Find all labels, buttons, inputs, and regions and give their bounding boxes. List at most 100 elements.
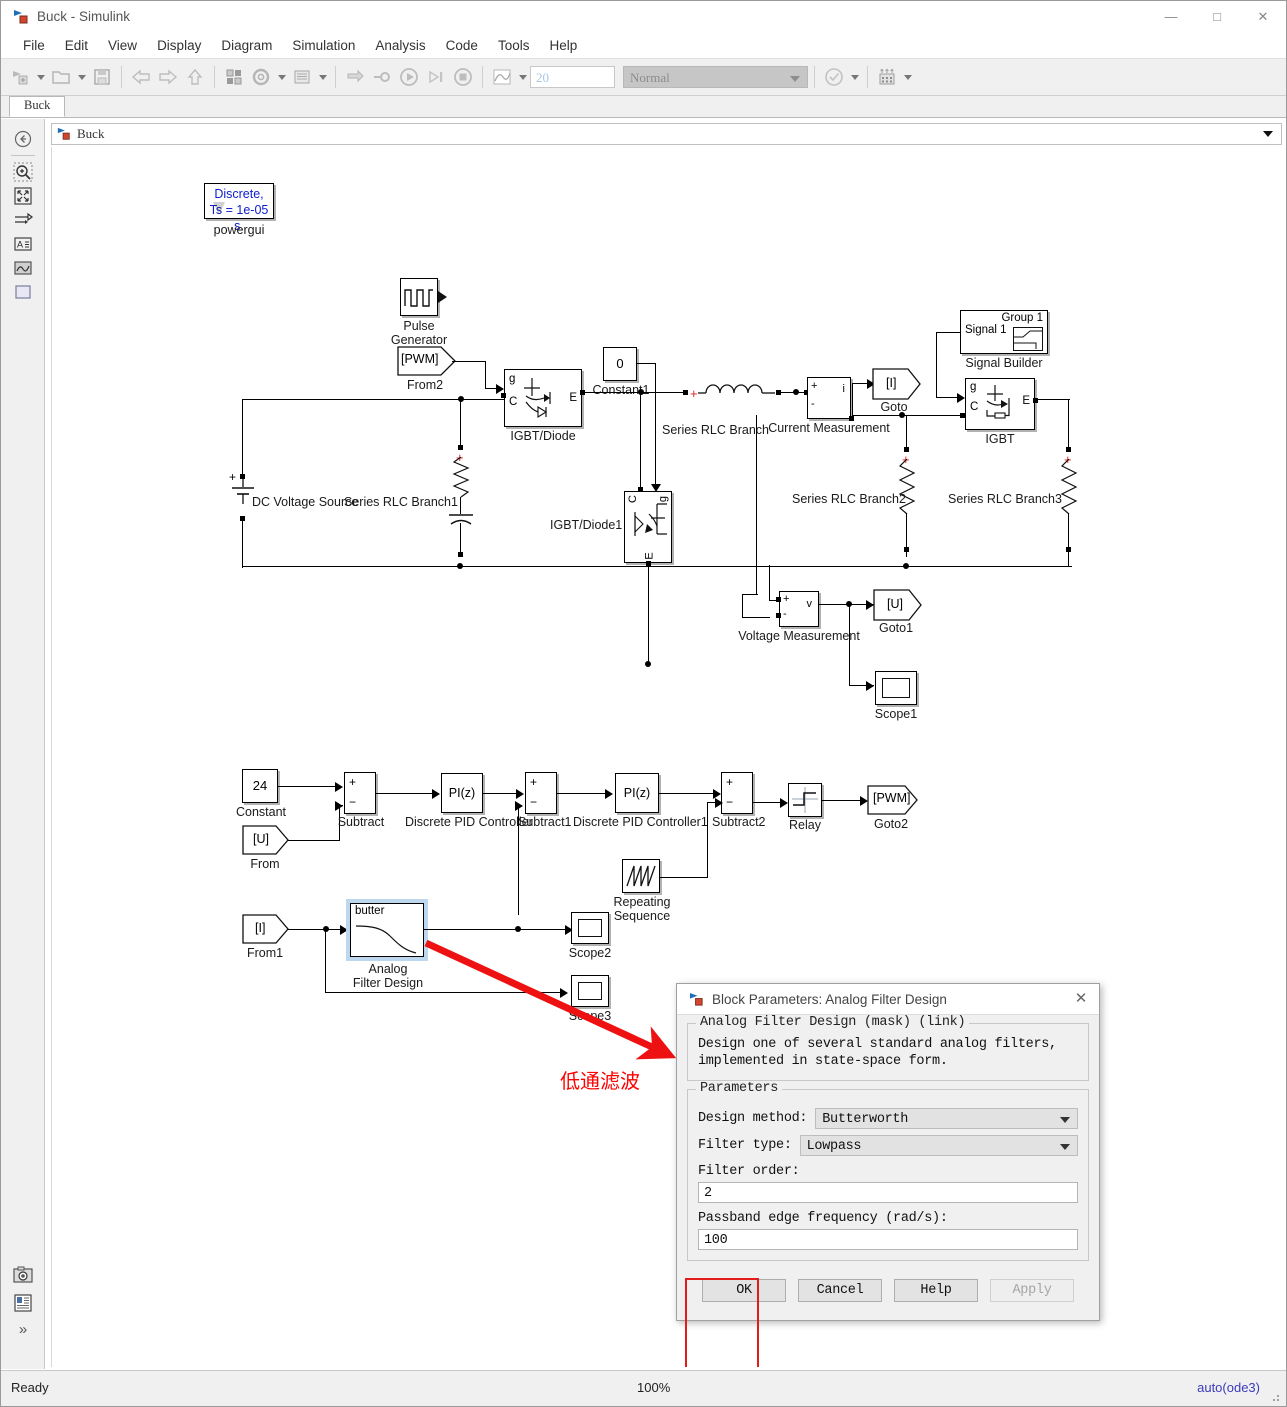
data-inspector-dropdown-icon[interactable] — [516, 64, 529, 90]
minimize-button[interactable]: — — [1148, 1, 1194, 32]
block-scope2[interactable] — [571, 912, 609, 944]
resize-grip-icon[interactable] — [1268, 1390, 1280, 1402]
wire-arrow — [715, 798, 723, 808]
menu-analysis[interactable]: Analysis — [365, 36, 435, 55]
back-to-parent-icon[interactable] — [10, 127, 36, 151]
signal-routing-icon[interactable] — [10, 208, 36, 232]
block-scope3[interactable] — [571, 975, 609, 1007]
block-from1[interactable]: [I] — [242, 914, 290, 944]
step-forward-icon[interactable] — [423, 64, 449, 90]
save-icon[interactable] — [89, 64, 115, 90]
zoom-icon[interactable] — [10, 160, 36, 184]
check-circle-icon[interactable] — [821, 64, 847, 90]
dc-source-polarity: + — [229, 470, 237, 484]
simulation-mode-select[interactable]: Normal — [623, 66, 808, 88]
build-icon[interactable] — [369, 64, 395, 90]
library-browser-icon[interactable] — [221, 64, 247, 90]
block-analog-filter-design[interactable]: butter — [350, 903, 424, 957]
block-from[interactable]: [U] — [242, 825, 290, 855]
data-inspector-icon[interactable] — [489, 64, 515, 90]
check-dropdown-icon[interactable] — [848, 64, 861, 90]
menu-help[interactable]: Help — [539, 36, 587, 55]
block-relay[interactable] — [788, 783, 822, 817]
block-signal-builder[interactable]: Signal 1 Group 1 — [960, 310, 1048, 354]
block-scope1[interactable] — [875, 671, 917, 705]
menu-tools[interactable]: Tools — [488, 36, 540, 55]
block-from2[interactable]: [PWM] — [397, 346, 457, 376]
status-solver[interactable]: auto(ode3) — [1197, 1380, 1260, 1395]
wire-arrow — [560, 988, 568, 998]
model-explorer-icon[interactable] — [289, 64, 315, 90]
block-goto1[interactable]: [U] — [873, 589, 923, 621]
model-explorer-dropdown-icon[interactable] — [316, 64, 329, 90]
open-folder-icon[interactable] — [48, 64, 74, 90]
block-series-rlc-branch[interactable] — [698, 377, 776, 410]
filter-type-select[interactable]: Lowpass — [799, 1135, 1078, 1156]
stop-time-input[interactable]: 20 — [530, 66, 615, 88]
block-igbt-diode[interactable]: g C E — [504, 369, 582, 427]
block-constant1[interactable]: 0 — [603, 347, 637, 381]
expand-chevrons-icon[interactable]: » — [10, 1317, 36, 1341]
block-repeating-sequence[interactable] — [622, 859, 660, 893]
menu-diagram[interactable]: Diagram — [211, 36, 282, 55]
repeating-sequence-label-line1: Repeating — [613, 895, 671, 909]
passband-frequency-input[interactable]: 100 — [698, 1229, 1078, 1250]
block-discrete-pid-controller[interactable]: PI(z) — [441, 773, 483, 813]
block-goto2[interactable]: [PWM] — [867, 785, 919, 815]
block-goto[interactable]: [I] — [872, 368, 922, 400]
forward-arrow-icon[interactable] — [155, 64, 181, 90]
block-powergui[interactable]: Discrete, Ts = 1e-05 s. — [204, 183, 274, 233]
subtract2-label: Subtract2 — [712, 815, 766, 829]
open-dropdown-icon[interactable] — [75, 64, 88, 90]
subtract-label: Subtract — [337, 815, 385, 829]
block-subtract1[interactable]: + − — [525, 772, 557, 814]
block-subtract[interactable]: + − — [344, 772, 376, 814]
block-current-measurement[interactable]: + - i — [807, 377, 851, 419]
design-method-select[interactable]: Butterworth — [815, 1108, 1078, 1129]
block-parameters-dialog[interactable]: Block Parameters: Analog Filter Design ✕… — [676, 983, 1100, 1367]
up-arrow-icon[interactable] — [182, 64, 208, 90]
subsystem-icon[interactable] — [10, 280, 36, 304]
filter-order-input[interactable]: 2 — [698, 1182, 1078, 1203]
report-icon[interactable] — [10, 1291, 36, 1315]
block-constant[interactable]: 24 — [242, 769, 278, 803]
subtract1-port-plus: + — [530, 775, 538, 789]
block-pulse-generator[interactable] — [400, 278, 438, 316]
perspectives-dropdown-icon[interactable] — [901, 64, 914, 90]
cancel-button[interactable]: Cancel — [798, 1279, 882, 1302]
block-igbt[interactable]: g C E — [965, 378, 1035, 430]
menu-simulation[interactable]: Simulation — [282, 36, 365, 55]
new-model-dropdown-icon[interactable] — [34, 64, 47, 90]
menu-edit[interactable]: Edit — [55, 36, 98, 55]
run-icon[interactable] — [396, 64, 422, 90]
gear-icon[interactable] — [248, 64, 274, 90]
block-igbt-diode1[interactable]: C g E — [624, 491, 672, 563]
camera-icon[interactable] — [10, 1263, 36, 1287]
close-button[interactable]: ✕ — [1240, 1, 1286, 32]
block-discrete-pid-controller1[interactable]: PI(z) — [615, 773, 659, 813]
close-icon[interactable]: ✕ — [1073, 991, 1089, 1008]
model-config-dropdown-icon[interactable] — [275, 64, 288, 90]
menu-view[interactable]: View — [98, 36, 147, 55]
chevron-down-icon[interactable] — [1263, 131, 1273, 137]
help-button[interactable]: Help — [894, 1279, 978, 1302]
menu-code[interactable]: Code — [436, 36, 488, 55]
update-model-icon[interactable] — [342, 64, 368, 90]
new-model-icon[interactable] — [7, 64, 33, 90]
menu-display[interactable]: Display — [147, 36, 211, 55]
fit-to-view-icon[interactable] — [10, 184, 36, 208]
stop-icon[interactable] — [450, 64, 476, 90]
maximize-button[interactable]: □ — [1194, 1, 1240, 32]
model-canvas[interactable]: Discrete, Ts = 1e-05 s. powergui Pulse G… — [51, 147, 1282, 1367]
block-voltage-measurement[interactable]: + - v — [779, 591, 819, 627]
breadcrumb[interactable]: Buck — [51, 123, 1282, 145]
discrete-pid-controller-label: Discrete PID Controller — [405, 815, 533, 829]
scope-viewer-icon[interactable] — [10, 256, 36, 280]
perspectives-icon[interactable] — [874, 64, 900, 90]
menu-file[interactable]: File — [13, 36, 55, 55]
back-arrow-icon[interactable] — [128, 64, 154, 90]
scope2-label: Scope2 — [568, 946, 612, 960]
annotation-icon[interactable]: A — [10, 232, 36, 256]
block-subtract2[interactable]: + − — [721, 772, 753, 814]
tab-buck[interactable]: Buck — [9, 96, 66, 117]
